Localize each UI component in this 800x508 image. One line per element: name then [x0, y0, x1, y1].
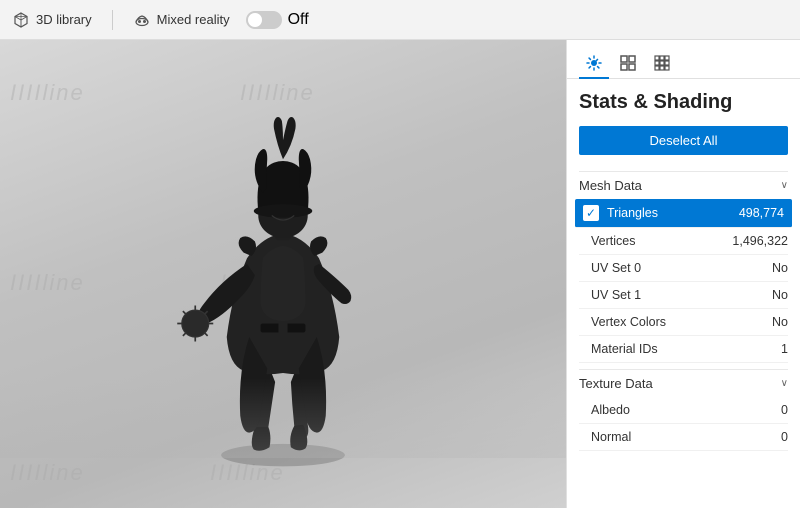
watermark-5: IIIIline — [10, 460, 85, 486]
uvset1-value: No — [772, 288, 788, 302]
triangles-checkbox[interactable]: ✓ — [583, 205, 599, 221]
albedo-value: 0 — [781, 403, 788, 417]
panel-body: Stats & Shading Deselect All Mesh Data ∨… — [567, 79, 800, 508]
albedo-label: Albedo — [591, 403, 781, 417]
panel-title: Stats & Shading — [579, 91, 788, 114]
normal-row: Normal 0 — [579, 424, 788, 451]
vertex-colors-row: Vertex Colors No — [579, 309, 788, 336]
floor-reflection — [0, 378, 566, 458]
texture-data-label: Texture Data — [579, 376, 653, 391]
normal-value: 0 — [781, 430, 788, 444]
material-ids-row: Material IDs 1 — [579, 336, 788, 363]
mesh-chevron-icon: ∨ — [781, 180, 788, 191]
deselect-all-button[interactable]: Deselect All — [579, 126, 788, 155]
triangles-row[interactable]: ✓ Triangles 498,774 — [575, 199, 792, 228]
material-ids-label: Material IDs — [591, 342, 781, 356]
library-section: 3D library — [12, 11, 92, 29]
topbar: 3D library Mixed reality Off — [0, 0, 800, 40]
toggle-state-label: Off — [288, 11, 309, 29]
tab-grid2[interactable] — [647, 48, 677, 78]
uvset1-row: UV Set 1 No — [579, 282, 788, 309]
mixed-reality-label[interactable]: Mixed reality — [157, 12, 230, 27]
mixed-reality-icon — [133, 11, 151, 29]
vertex-colors-label: Vertex Colors — [591, 315, 772, 329]
uvset0-label: UV Set 0 — [591, 261, 772, 275]
vertices-label: Vertices — [591, 234, 732, 248]
vertex-colors-value: No — [772, 315, 788, 329]
watermark-2: IIIIline — [240, 80, 315, 106]
vertices-value: 1,496,322 — [732, 234, 788, 248]
cube-icon — [12, 11, 30, 29]
uvset0-value: No — [772, 261, 788, 275]
uvset0-row: UV Set 0 No — [579, 255, 788, 282]
separator — [112, 10, 113, 30]
material-ids-value: 1 — [781, 342, 788, 356]
viewport: IIIIline IIIIline IIIIline IIIIline IIII… — [0, 40, 566, 508]
main-area: IIIIline IIIIline IIIIline IIIIline IIII… — [0, 40, 800, 508]
watermark-3: IIIIline — [10, 270, 85, 296]
triangles-label: Triangles — [607, 206, 739, 220]
toggle-section[interactable]: Off — [246, 11, 309, 29]
mixed-reality-section: Mixed reality — [133, 11, 230, 29]
normal-label: Normal — [591, 430, 781, 444]
tab-sun[interactable] — [579, 48, 609, 78]
vertices-row: Vertices 1,496,322 — [579, 228, 788, 255]
texture-data-section-header[interactable]: Texture Data ∨ — [579, 369, 788, 397]
texture-chevron-icon: ∨ — [781, 378, 788, 389]
panel-tabs — [567, 40, 800, 79]
albedo-row: Albedo 0 — [579, 397, 788, 424]
watermark-1: IIIIline — [10, 80, 85, 106]
toggle-thumb — [248, 13, 262, 27]
mesh-data-section-header[interactable]: Mesh Data ∨ — [579, 171, 788, 199]
uvset1-label: UV Set 1 — [591, 288, 772, 302]
library-label[interactable]: 3D library — [36, 12, 92, 27]
mixed-reality-toggle[interactable] — [246, 11, 282, 29]
mesh-data-label: Mesh Data — [579, 178, 642, 193]
tab-grid[interactable] — [613, 48, 643, 78]
triangles-value: 498,774 — [739, 206, 784, 220]
right-panel: Stats & Shading Deselect All Mesh Data ∨… — [566, 40, 800, 508]
